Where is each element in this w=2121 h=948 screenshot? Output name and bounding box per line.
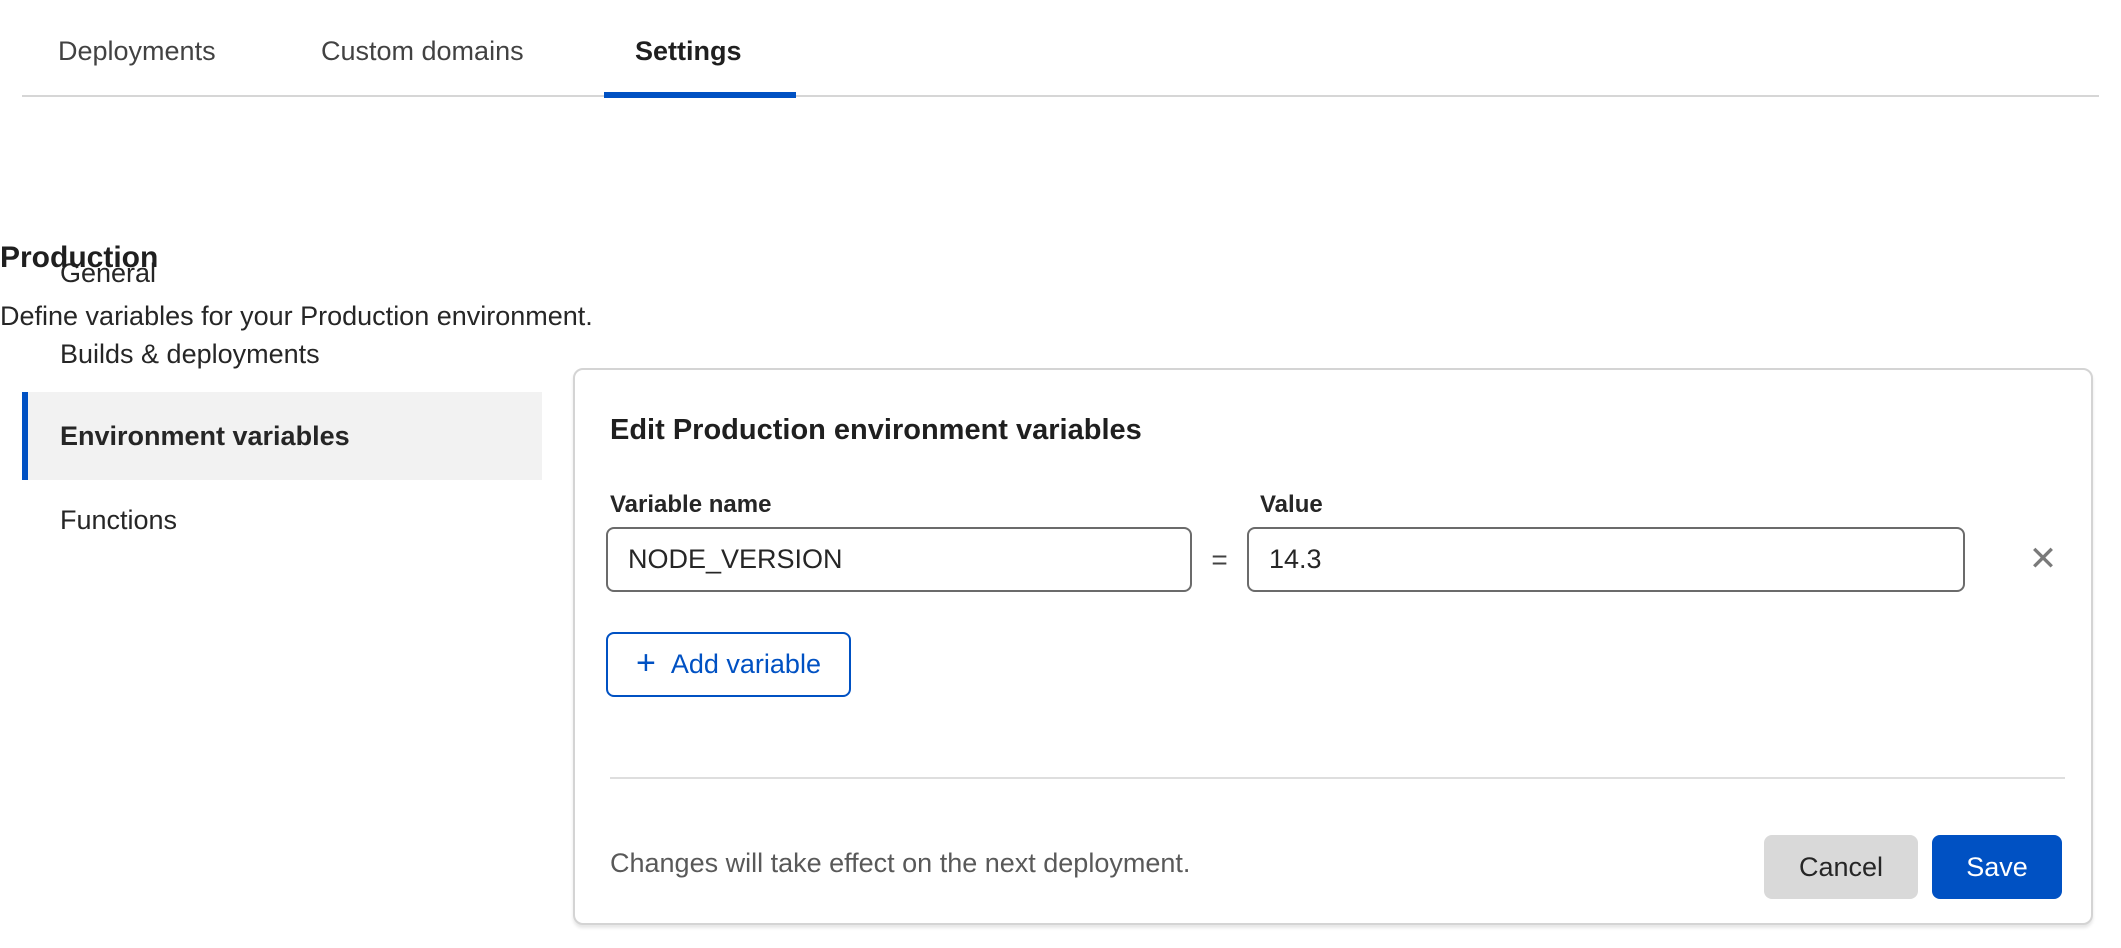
cancel-button[interactable]: Cancel bbox=[1764, 835, 1918, 899]
tab-custom-domains[interactable]: Custom domains bbox=[321, 36, 524, 67]
add-variable-button[interactable]: + Add variable bbox=[606, 632, 851, 697]
variable-value-input[interactable] bbox=[1247, 527, 1965, 592]
card-title: Edit Production environment variables bbox=[610, 414, 1142, 447]
card-divider bbox=[610, 777, 2065, 779]
value-label: Value bbox=[1260, 491, 1323, 519]
equals-sign: = bbox=[1192, 527, 1247, 592]
sidebar-item-label: Builds & deployments bbox=[60, 339, 320, 370]
sidebar-item-functions[interactable]: Functions bbox=[22, 480, 542, 561]
page-title: Production bbox=[0, 241, 158, 275]
environment-variables-card: Edit Production environment variables Va… bbox=[573, 368, 2093, 925]
active-tab-underline bbox=[604, 92, 796, 98]
add-variable-label: Add variable bbox=[671, 649, 821, 680]
close-icon: ✕ bbox=[2029, 542, 2058, 576]
variable-name-input[interactable] bbox=[606, 527, 1192, 592]
sidebar-item-environment-variables[interactable]: Environment variables bbox=[22, 392, 542, 480]
deployment-note: Changes will take effect on the next dep… bbox=[610, 848, 1190, 879]
tab-bar: Deployments Custom domains Settings bbox=[0, 0, 2121, 97]
remove-variable-button[interactable]: ✕ bbox=[2017, 533, 2069, 585]
plus-icon: + bbox=[636, 646, 656, 680]
sidebar-item-label: Functions bbox=[60, 505, 177, 536]
tab-deployments[interactable]: Deployments bbox=[58, 36, 216, 67]
tab-bar-divider bbox=[22, 95, 2099, 97]
sidebar-item-label: Environment variables bbox=[60, 421, 350, 452]
variable-name-label: Variable name bbox=[610, 491, 771, 519]
save-button[interactable]: Save bbox=[1932, 835, 2062, 899]
page: Deployments Custom domains Settings Gene… bbox=[0, 0, 2121, 948]
tab-settings[interactable]: Settings bbox=[635, 36, 742, 67]
page-description: Define variables for your Production env… bbox=[0, 301, 593, 332]
